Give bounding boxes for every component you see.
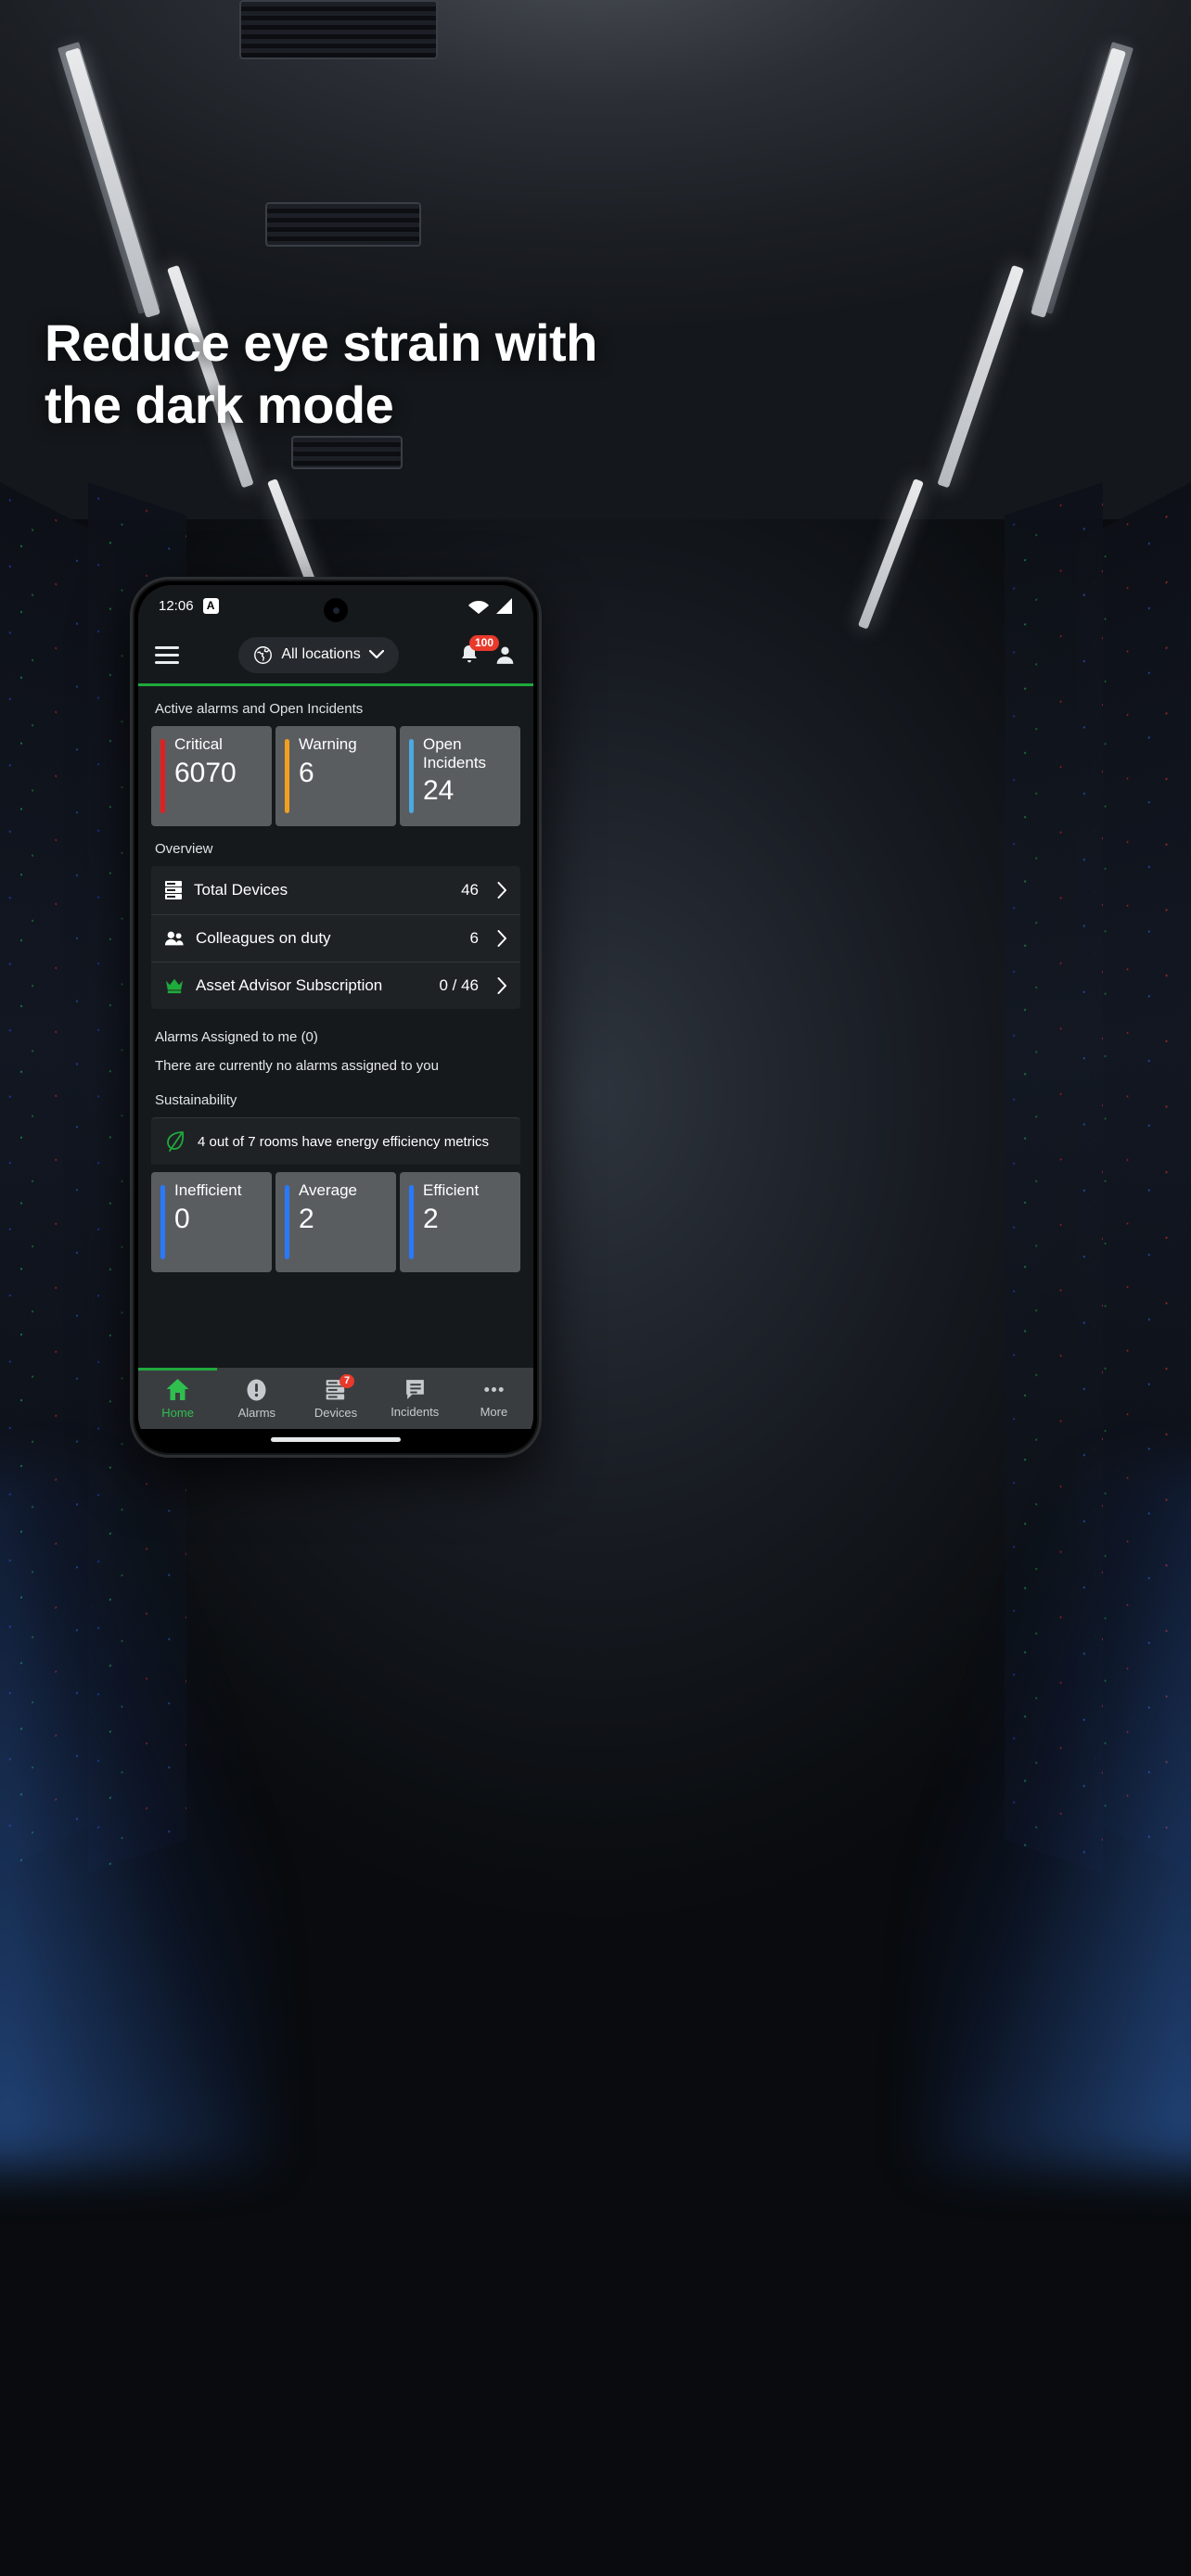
chevron-right-icon [497, 977, 506, 994]
nav-item-alarms[interactable]: Alarms [217, 1378, 296, 1420]
sustainability-section-title: Sustainability [155, 1092, 237, 1108]
people-icon [164, 931, 184, 946]
card-accent-bar [160, 1185, 165, 1259]
location-selector-button[interactable]: All locations [238, 636, 399, 673]
efficiency-card-efficient[interactable]: Efficient 2 [400, 1172, 520, 1272]
overview-row-total-devices[interactable]: Total Devices 46 [151, 866, 520, 915]
nav-item-home[interactable]: Home [138, 1378, 217, 1420]
card-label: Efficient [423, 1181, 480, 1199]
card-accent-bar [285, 739, 289, 813]
status-bar-clock: 12:06 [159, 597, 194, 614]
card-value: 0 [174, 1203, 190, 1234]
crown-icon [166, 978, 183, 994]
alarm-card-critical[interactable]: Critical 6070 [151, 726, 272, 826]
card-value: 2 [423, 1203, 439, 1234]
server-rack-icon [165, 881, 182, 899]
nav-devices-badge: 7 [339, 1374, 355, 1389]
overview-row-value: 46 [461, 881, 479, 899]
card-accent-bar [285, 1185, 289, 1259]
status-bar: 12:06 A [138, 585, 533, 626]
content-spacer [138, 1272, 533, 1368]
dashboard-content: Active alarms and Open Incidents Critica… [138, 686, 533, 1368]
incidents-message-icon [405, 1380, 424, 1399]
nav-item-label: Alarms [237, 1406, 276, 1420]
card-label: Warning [299, 735, 357, 753]
nav-item-label: Devices [314, 1406, 358, 1420]
alarm-card-warning[interactable]: Warning 6 [275, 726, 396, 826]
leaf-icon [167, 1131, 185, 1152]
ceiling-vent-low [291, 436, 403, 469]
app-notification-badge-icon: A [202, 597, 219, 614]
card-value: 24 [423, 775, 455, 807]
status-bar-right [468, 597, 513, 614]
wifi-icon [468, 600, 489, 614]
overview-row-label: Asset Advisor Subscription [196, 976, 383, 994]
assigned-alarms-empty-text: There are currently no alarms assigned t… [155, 1058, 439, 1074]
nav-item-label: More [480, 1405, 508, 1419]
card-value: 6070 [174, 757, 237, 788]
assigned-alarms-title: Alarms Assigned to me (0) [155, 1029, 318, 1045]
card-accent-bar [160, 739, 165, 813]
overview-row-colleagues-on-duty[interactable]: Colleagues on duty 6 [151, 915, 520, 963]
alarm-card-open-incidents[interactable]: Open Incidents 24 [400, 726, 520, 826]
nav-item-label: Home [161, 1406, 194, 1420]
efficiency-cards-row: Inefficient 0 Average 2 Efficient 2 [138, 1165, 533, 1272]
ceiling-vent-mid [265, 202, 421, 247]
notification-count-badge: 100 [469, 634, 500, 651]
card-value: 2 [299, 1203, 314, 1234]
gesture-home-indicator[interactable] [138, 1429, 533, 1449]
ceiling-vent-top [239, 0, 438, 59]
alarm-cards-row: Critical 6070 Warning 6 Open Incidents 2… [138, 726, 533, 826]
overview-row-asset-advisor-subscription[interactable]: Asset Advisor Subscription 0 / 46 [151, 963, 520, 1009]
status-bar-left: 12:06 A [159, 597, 219, 614]
more-dots-icon [484, 1386, 504, 1393]
nav-item-more[interactable]: More [455, 1378, 533, 1420]
camera-punch-hole [324, 598, 348, 622]
nav-item-incidents[interactable]: Incidents [376, 1378, 455, 1420]
overview-section-title: Overview [155, 841, 213, 857]
overview-row-value: 0 / 46 [439, 976, 479, 994]
floor-light-glow-left [0, 1463, 269, 2168]
card-accent-bar [409, 1185, 414, 1259]
floor-light-glow-right [922, 1463, 1191, 2168]
card-label: Open Incidents [423, 735, 487, 772]
efficiency-card-average[interactable]: Average 2 [275, 1172, 396, 1272]
chevron-right-icon [497, 882, 506, 899]
overview-row-label: Colleagues on duty [196, 929, 331, 947]
phone-screen: 12:06 A All locations 100 Active alarms … [138, 585, 533, 1449]
efficiency-card-inefficient[interactable]: Inefficient 0 [151, 1172, 272, 1272]
card-label: Inefficient [174, 1181, 242, 1199]
bottom-nav-progress-indicator [138, 1368, 533, 1371]
home-icon [166, 1379, 189, 1400]
nav-item-devices[interactable]: 7 Devices [296, 1374, 375, 1420]
sustainability-summary-text: 4 out of 7 rooms have energy efficiency … [198, 1133, 490, 1150]
card-value: 6 [299, 757, 314, 788]
notifications-button[interactable]: 100 [458, 634, 500, 667]
nav-item-label: Incidents [391, 1405, 440, 1419]
alarm-exclamation-icon [247, 1379, 266, 1401]
overview-list: Total Devices 46 Colleagues on duty 6 As… [151, 866, 520, 1009]
location-selector-label: All locations [281, 646, 361, 662]
cellular-signal-icon [496, 597, 512, 614]
bottom-navigation-bar: Home Alarms 7 Devices Incidents More [138, 1371, 533, 1429]
card-label: Average [299, 1181, 358, 1199]
hamburger-menu-icon[interactable] [155, 645, 179, 664]
overview-row-value: 6 [469, 929, 479, 947]
promo-headline: Reduce eye strain with the dark mode [45, 313, 597, 435]
chevron-down-icon [368, 650, 384, 659]
header-actions: 100 [458, 634, 517, 667]
app-header: All locations 100 [138, 626, 533, 683]
chevron-right-icon [497, 930, 506, 947]
card-accent-bar [409, 739, 414, 813]
sustainability-summary-row: 4 out of 7 rooms have energy efficiency … [151, 1117, 520, 1165]
overview-row-label: Total Devices [194, 881, 288, 899]
alarms-section-title: Active alarms and Open Incidents [155, 701, 364, 717]
globe-icon [254, 645, 273, 664]
card-label: Critical [174, 735, 223, 753]
phone-mockup: 12:06 A All locations 100 Active alarms … [130, 577, 542, 1458]
